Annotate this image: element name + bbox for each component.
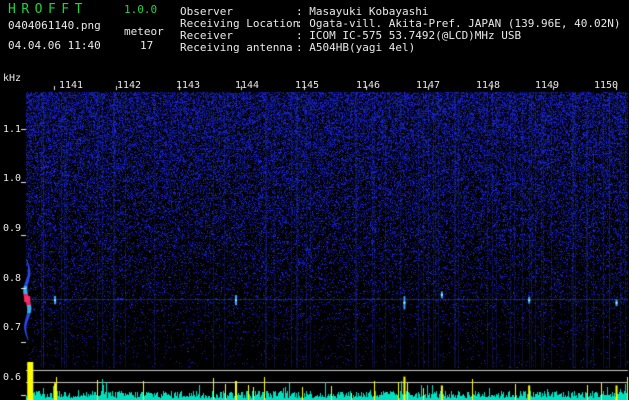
spectrogram-canvas [0, 0, 629, 400]
y-tick-label: 0.7 [3, 322, 22, 333]
x-tick-label: 1145 [295, 80, 320, 91]
x-tick-label: 1146 [356, 80, 381, 91]
x-tick-label: 1149 [535, 80, 560, 91]
meteor-count: 17 [140, 39, 154, 52]
x-tick-label: 1143 [176, 80, 201, 91]
x-tick-label: 1142 [117, 80, 142, 91]
antenna-label: Receiving antenna [180, 41, 293, 54]
y-tick-label: 0.9 [3, 223, 22, 234]
x-tick-label: 1148 [476, 80, 501, 91]
x-tick-label: 1147 [416, 80, 441, 91]
y-tick-label: 0.8 [3, 273, 22, 284]
x-tick-label: 1144 [235, 80, 260, 91]
y-axis-unit: kHz [3, 73, 22, 84]
y-tick-label: 0.6 [3, 372, 22, 383]
x-tick-label: 1141 [59, 80, 84, 91]
antenna-value: : A504HB(yagi 4el) [296, 41, 416, 54]
y-tick-label: 1.0 [3, 173, 22, 184]
app-title: HROFFT [8, 2, 88, 17]
filename: 0404061140.png [8, 19, 101, 32]
x-tick-label: 1150 [594, 80, 619, 91]
datetime: 04.04.06 11:40 [8, 39, 101, 52]
y-tick-label: 1.1 [3, 124, 22, 135]
detection-label: meteor [124, 25, 164, 38]
app-version: 1.0.0 [124, 3, 158, 16]
